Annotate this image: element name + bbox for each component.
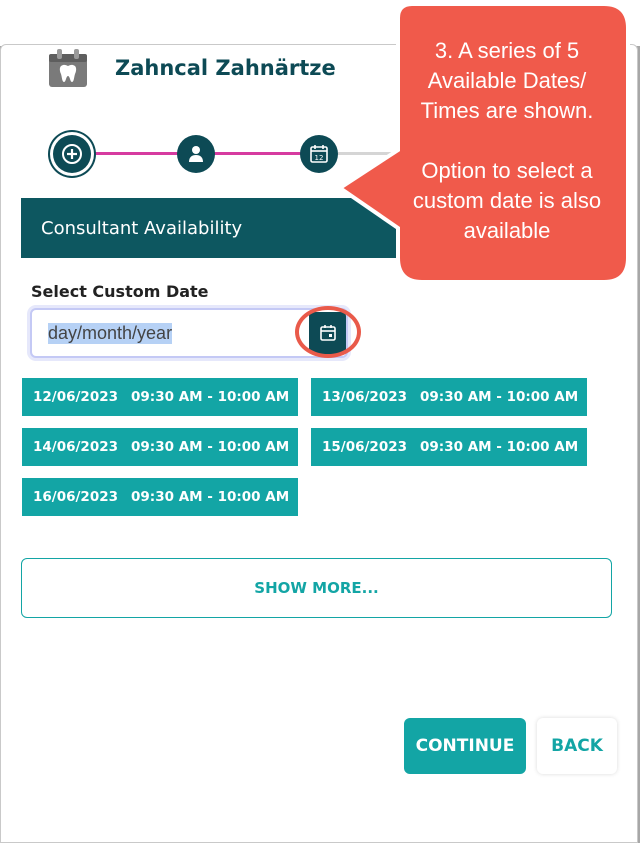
custom-date-label: Select Custom Date [31,282,209,301]
brand-title: Zahncal Zahnärtze [115,56,336,80]
section-title: Consultant Availability [41,217,243,239]
date-placeholder: day/month/year [48,323,173,344]
step-add[interactable] [53,135,91,173]
highlight-ring [295,306,361,358]
slot-button[interactable]: 13/06/2023 09:30 AM - 10:00 AM [311,378,587,416]
show-more-button[interactable]: SHOW MORE... [21,558,612,618]
step-calendar[interactable]: 12 [300,135,338,173]
slot-button[interactable]: 16/06/2023 09:30 AM - 10:00 AM [22,478,298,516]
slot-date: 15/06/2023 [322,439,408,455]
slot-date: 13/06/2023 [322,389,408,405]
continue-label: CONTINUE [415,736,515,756]
back-label: BACK [551,736,603,756]
slot-time: 09:30 AM - 10:00 AM [420,389,579,405]
calendar-icon-text: 12 [315,154,324,162]
slot-date: 12/06/2023 [33,389,119,405]
calendar-12-icon: 12 [310,145,328,163]
slot-time: 09:30 AM - 10:00 AM [131,489,290,505]
plus-circle-icon [62,144,82,164]
callout-text: 3. A series of 5 Available Dates/ Times … [402,36,612,246]
step-person[interactable] [177,135,215,173]
dental-calendar-icon [48,48,88,88]
show-more-label: SHOW MORE... [254,579,379,597]
step-connector-3 [338,152,408,155]
slot-button[interactable]: 12/06/2023 09:30 AM - 10:00 AM [22,378,298,416]
callout-line-1: 3. A series of 5 Available Dates/ Times … [420,38,594,123]
person-icon [189,146,203,162]
continue-button[interactable]: CONTINUE [404,718,526,774]
slot-button[interactable]: 14/06/2023 09:30 AM - 10:00 AM [22,428,298,466]
callout-line-2: Option to select a custom date is also a… [412,158,602,243]
back-button[interactable]: BACK [537,718,617,774]
slot-date: 16/06/2023 [33,489,119,505]
slot-button[interactable]: 15/06/2023 09:30 AM - 10:00 AM [311,428,587,466]
slot-date: 14/06/2023 [33,439,119,455]
slot-time: 09:30 AM - 10:00 AM [131,439,290,455]
slot-time: 09:30 AM - 10:00 AM [131,389,290,405]
slot-time: 09:30 AM - 10:00 AM [420,439,579,455]
